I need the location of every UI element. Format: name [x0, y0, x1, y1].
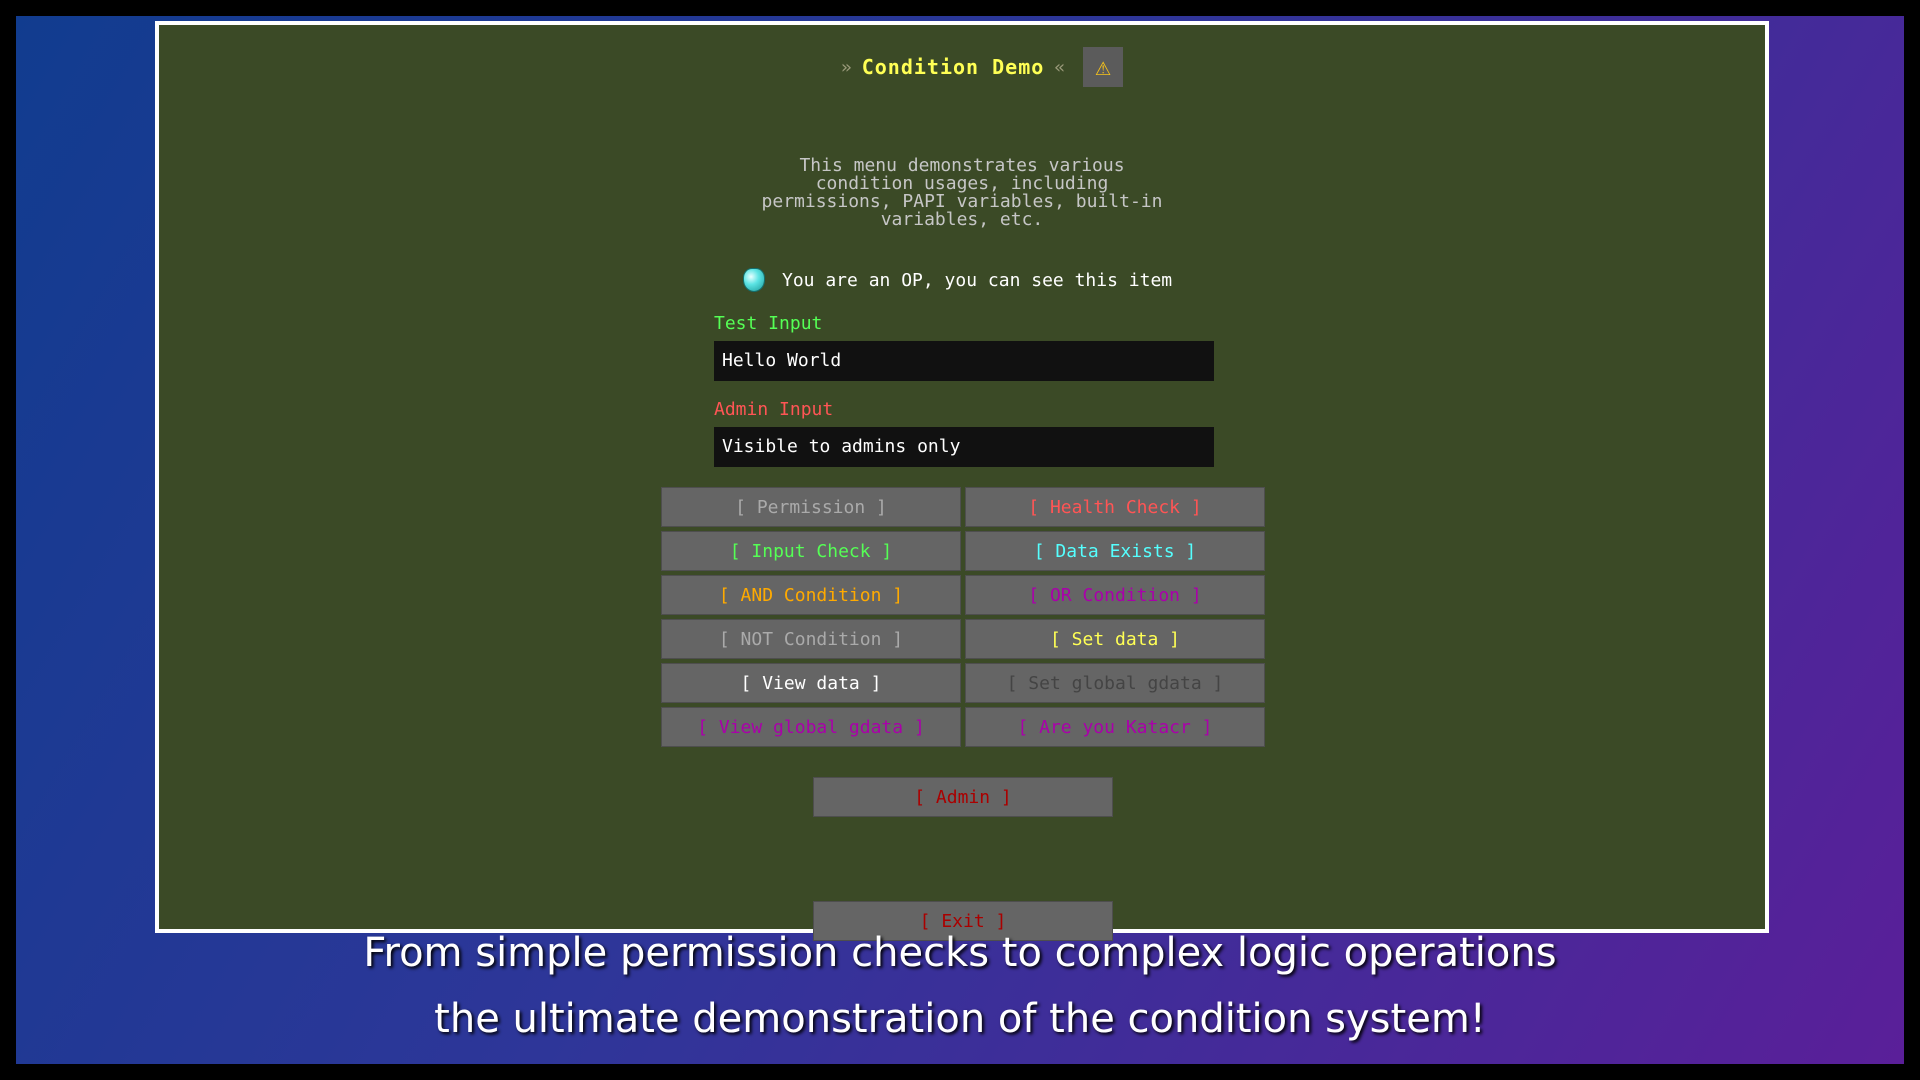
op-item-text: You are an OP, you can see this item [782, 269, 1173, 291]
not-condition-button[interactable]: [ NOT Condition ] [661, 619, 961, 659]
test-input-label: Test Input [714, 313, 823, 334]
or-condition-button[interactable]: [ OR Condition ] [965, 575, 1265, 615]
test-input-field[interactable] [714, 341, 1214, 381]
admin-button[interactable]: [ Admin ] [813, 777, 1113, 817]
menu-panel: » Condition Demo « ⚠ This menu demonstra… [155, 21, 1769, 941]
title-bar: » Condition Demo « ⚠ [159, 47, 1765, 87]
button-grid: [ Permission ] [ Health Check ] [ Input … [661, 487, 1265, 747]
menu-description: This menu demonstrates various condition… [159, 157, 1765, 229]
data-exists-button[interactable]: [ Data Exists ] [965, 531, 1265, 571]
set-global-gdata-button[interactable]: [ Set global gdata ] [965, 663, 1265, 703]
title-suffix: « [1054, 56, 1066, 78]
menu-title: Condition Demo [861, 55, 1045, 79]
caption-line-1: From simple permission checks to complex… [363, 930, 1557, 976]
view-data-button[interactable]: [ View data ] [661, 663, 961, 703]
and-condition-button[interactable]: [ AND Condition ] [661, 575, 961, 615]
caption-line-2: the ultimate demonstration of the condit… [434, 996, 1486, 1042]
op-item[interactable]: You are an OP, you can see this item [744, 265, 1172, 295]
description-line: variables, etc. [880, 209, 1044, 230]
input-check-button[interactable]: [ Input Check ] [661, 531, 961, 571]
set-data-button[interactable]: [ Set data ] [965, 619, 1265, 659]
permission-button[interactable]: [ Permission ] [661, 487, 961, 527]
health-check-button[interactable]: [ Health Check ] [965, 487, 1265, 527]
are-you-katacr-button[interactable]: [ Are you Katacr ] [965, 707, 1265, 747]
title-prefix: » [840, 56, 852, 78]
view-global-gdata-button[interactable]: [ View global gdata ] [661, 707, 961, 747]
admin-input-label: Admin Input [714, 399, 834, 420]
admin-input-field[interactable] [714, 427, 1214, 467]
diamond-icon [744, 269, 764, 291]
warning-icon[interactable]: ⚠ [1083, 47, 1124, 87]
